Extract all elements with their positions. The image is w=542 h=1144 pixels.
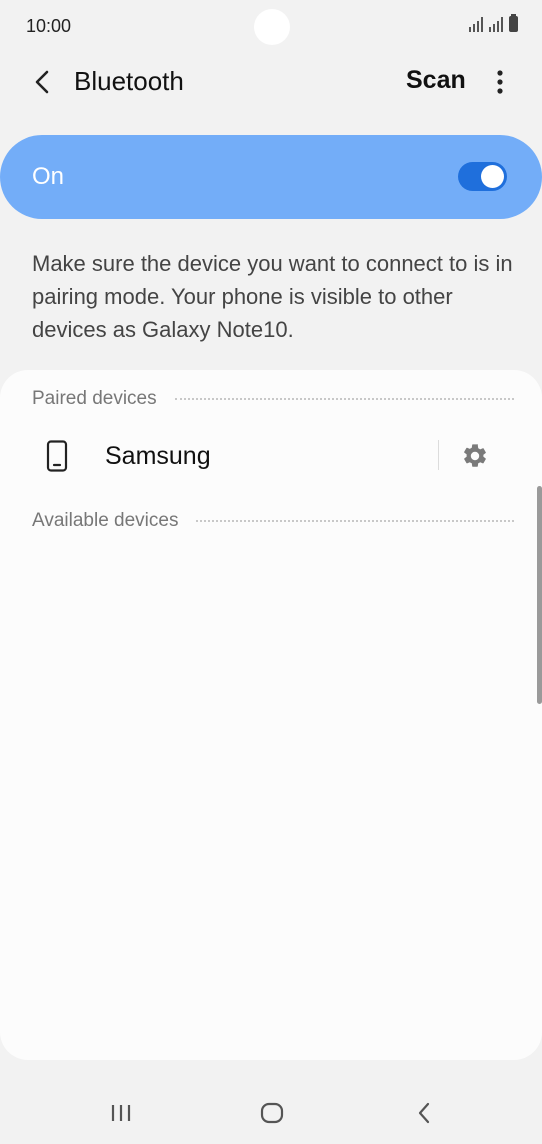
devices-card: Paired devices Samsung Available devices xyxy=(0,370,542,1060)
recent-apps-icon xyxy=(111,1105,131,1121)
section-divider xyxy=(196,520,514,522)
signal-icon xyxy=(469,16,483,32)
scrollbar[interactable] xyxy=(537,486,542,704)
scan-button[interactable]: Scan xyxy=(406,66,466,95)
status-bar: 10:00 xyxy=(0,0,542,56)
device-name: Samsung xyxy=(105,442,211,470)
back-icon xyxy=(418,1102,430,1124)
home-icon xyxy=(260,1102,284,1124)
status-icons xyxy=(469,14,518,32)
phone-icon xyxy=(46,440,68,472)
master-switch-label: On xyxy=(32,163,65,190)
signal-icon-sim2 xyxy=(489,16,503,32)
vertical-divider xyxy=(438,440,439,470)
pairing-description: Make sure the device you want to connect… xyxy=(32,251,513,342)
status-time: 10:00 xyxy=(26,16,72,36)
device-settings-button[interactable] xyxy=(458,439,492,473)
paired-device-row[interactable]: Samsung xyxy=(0,426,542,486)
paired-devices-header: Paired devices xyxy=(32,388,514,410)
nav-back-button[interactable] xyxy=(406,1098,442,1128)
chevron-left-icon xyxy=(35,70,49,94)
back-button[interactable] xyxy=(26,66,58,98)
app-bar: Bluetooth Scan xyxy=(0,56,542,112)
home-button[interactable] xyxy=(254,1098,290,1128)
available-devices-title: Available devices xyxy=(32,510,179,531)
paired-devices-title: Paired devices xyxy=(32,388,157,409)
available-devices-header: Available devices xyxy=(32,510,514,532)
gear-icon xyxy=(464,444,486,467)
battery-icon xyxy=(509,14,518,32)
navigation-bar xyxy=(0,1080,542,1144)
page-title: Bluetooth xyxy=(74,66,184,96)
bluetooth-master-switch[interactable]: On xyxy=(0,135,542,219)
recent-apps-button[interactable] xyxy=(103,1098,139,1128)
bluetooth-toggle[interactable] xyxy=(458,162,507,191)
camera-cutout xyxy=(254,9,290,45)
more-vertical-icon xyxy=(497,70,503,94)
section-divider xyxy=(174,398,514,400)
more-options-button[interactable] xyxy=(484,66,516,98)
toggle-knob xyxy=(481,165,504,188)
